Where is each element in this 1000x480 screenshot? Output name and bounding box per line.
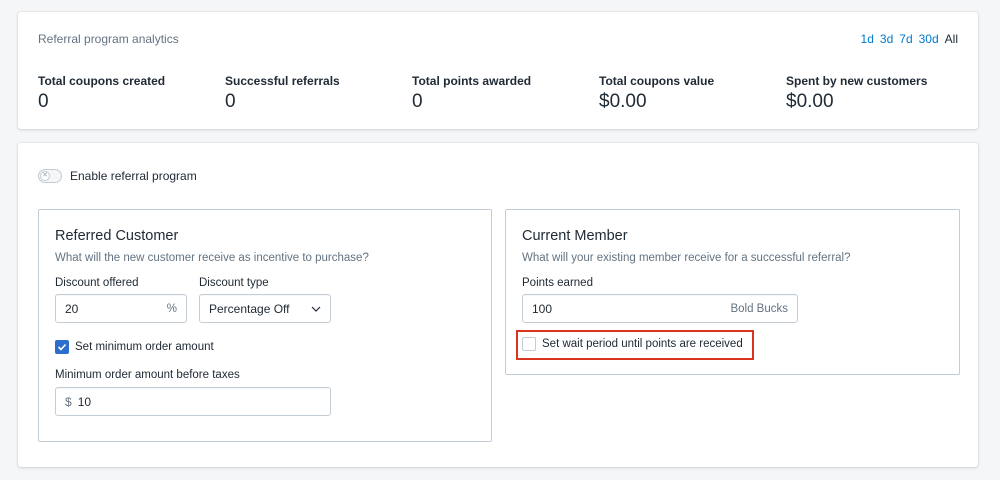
min-amount-label: Minimum order amount before taxes — [55, 369, 240, 381]
enable-referral-label: Enable referral program — [70, 169, 197, 183]
discount-offered-label: Discount offered — [55, 277, 139, 289]
stat-total-points: Total points awarded 0 — [412, 74, 599, 113]
stat-value: 0 — [38, 91, 49, 112]
close-icon: ✕ — [40, 171, 50, 181]
analytics-heading: Referral program analytics — [38, 32, 179, 46]
wait-period-row: Set wait period until points are receive… — [522, 337, 743, 351]
min-amount-value: 10 — [77, 394, 92, 409]
checkmark-icon — [57, 343, 67, 351]
stat-label: Successful referrals — [225, 74, 340, 88]
current-member-title: Current Member — [522, 228, 628, 244]
referred-customer-subtitle: What will the new customer receive as in… — [55, 252, 369, 264]
referred-customer-title: Referred Customer — [55, 228, 179, 244]
min-order-checkbox-label: Set minimum order amount — [75, 341, 214, 353]
enable-referral-toggle[interactable]: ✕ — [38, 169, 62, 183]
discount-offered-input[interactable]: 20 % — [55, 294, 187, 323]
discount-type-label: Discount type — [199, 277, 269, 289]
current-member-box: Current Member What will your existing m… — [505, 209, 960, 375]
min-order-row: Set minimum order amount — [55, 340, 214, 354]
chevron-down-icon — [311, 306, 321, 312]
range-selector: 1d 3d 7d 30d All — [861, 32, 958, 46]
stat-coupons-value: Total coupons value $0.00 — [599, 74, 786, 113]
bold-bucks-suffix: Bold Bucks — [730, 302, 788, 315]
stats-row: Total coupons created 0 Successful refer… — [38, 74, 973, 113]
discount-type-value: Percentage Off — [209, 301, 290, 316]
stat-spent-new-customers: Spent by new customers $0.00 — [786, 74, 973, 113]
range-3d[interactable]: 3d — [880, 32, 893, 46]
stat-value: 0 — [225, 91, 236, 112]
stat-successful-referrals: Successful referrals 0 — [225, 74, 412, 113]
range-7d[interactable]: 7d — [899, 32, 912, 46]
stat-label: Total coupons created — [38, 74, 166, 88]
stat-value: $0.00 — [599, 91, 647, 112]
analytics-card: Referral program analytics 1d 3d 7d 30d … — [18, 12, 978, 129]
enable-referral-row: ✕ Enable referral program — [38, 169, 197, 183]
min-amount-input[interactable]: $ 10 — [55, 387, 331, 416]
discount-type-select[interactable]: Percentage Off — [199, 294, 331, 323]
range-30d[interactable]: 30d — [919, 32, 939, 46]
stat-label: Total points awarded — [412, 74, 532, 88]
referred-customer-box: Referred Customer What will the new cust… — [38, 209, 492, 442]
wait-period-checkbox[interactable] — [522, 337, 536, 351]
dollar-prefix: $ — [65, 394, 72, 409]
range-all[interactable]: All — [945, 32, 958, 46]
referral-settings-card: ✕ Enable referral program Referred Custo… — [18, 143, 978, 467]
discount-offered-value: 20 — [65, 301, 79, 316]
range-1d[interactable]: 1d — [861, 32, 874, 46]
stat-label: Total coupons value — [599, 74, 715, 88]
points-earned-value: 100 — [532, 301, 553, 316]
current-member-subtitle: What will your existing member receive f… — [522, 252, 851, 264]
stat-value: $0.00 — [786, 91, 834, 112]
percent-suffix: % — [166, 302, 177, 315]
stat-value: 0 — [412, 91, 423, 112]
stat-total-coupons: Total coupons created 0 — [38, 74, 225, 113]
points-earned-input[interactable]: 100 Bold Bucks — [522, 294, 798, 323]
wait-period-checkbox-label: Set wait period until points are receive… — [542, 338, 743, 350]
stat-label: Spent by new customers — [786, 74, 928, 88]
points-earned-label: Points earned — [522, 277, 593, 289]
min-order-checkbox[interactable] — [55, 340, 69, 354]
